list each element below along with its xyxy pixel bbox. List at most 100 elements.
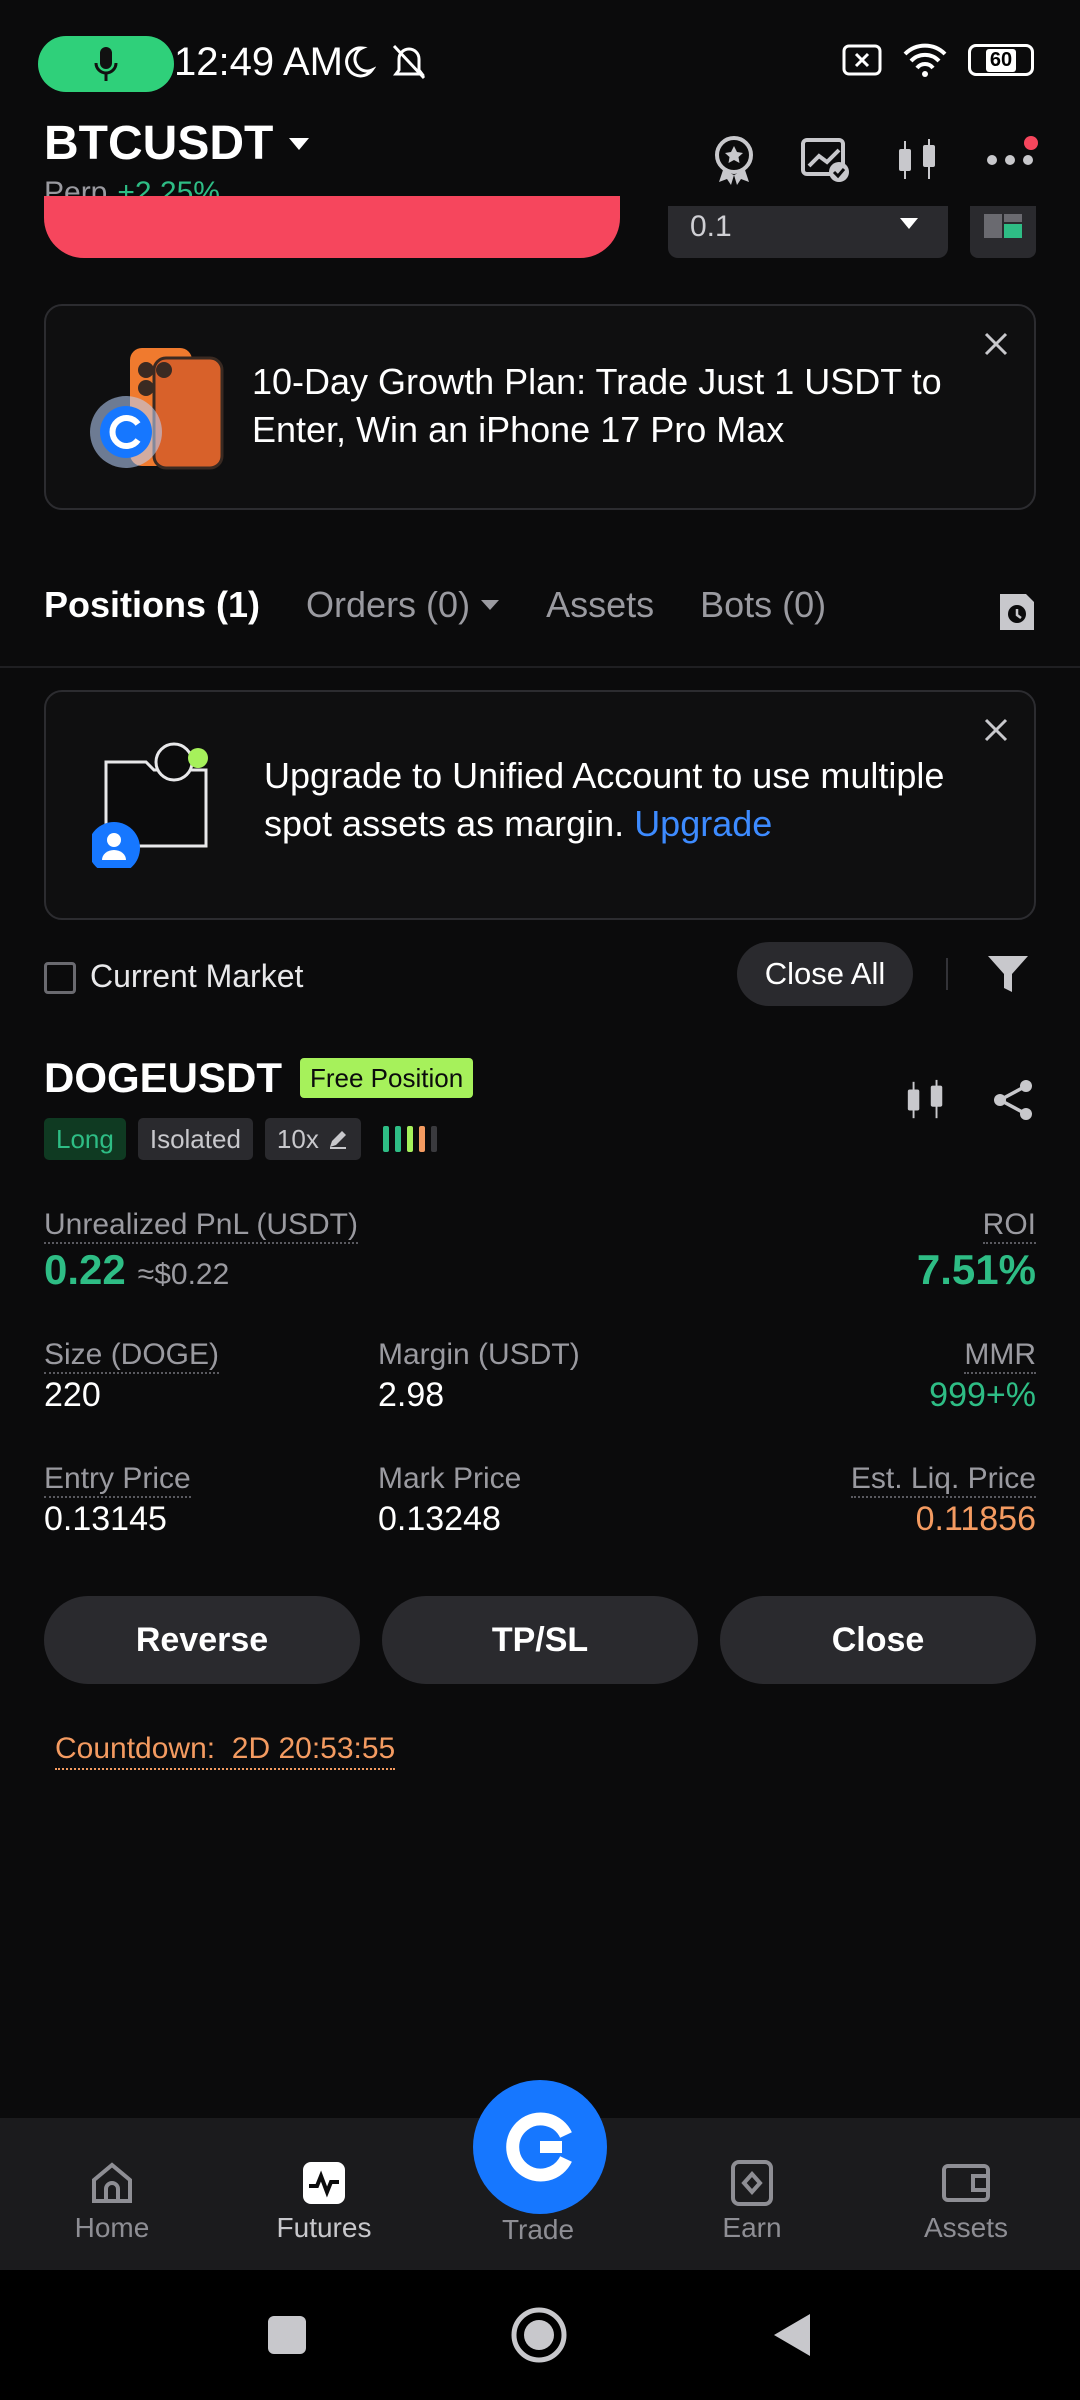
more-dots-icon [987,155,1033,165]
position-symbol: DOGEUSDT [44,1054,283,1101]
tab-positions[interactable]: Positions (1) [44,584,260,626]
candlestick-icon [899,139,935,179]
unrealized-pnl-usd: ≈$0.22 [137,1258,230,1291]
nav-home[interactable]: Home [32,2160,192,2244]
leverage-value: 10x [276,1123,319,1154]
back-icon[interactable] [770,2310,814,2360]
orderbook-icon [984,214,1022,238]
futures-icon [303,2162,345,2204]
positions-tabs: Positions (1) Orders (0) Assets Bots (0) [44,584,826,626]
size-block: Size (DOGE) 220 [44,1338,220,1415]
adl-bar-2 [394,1126,401,1152]
upgrade-text-block: Upgrade to Unified Account to use multip… [264,752,994,848]
orderbook-layout-button[interactable] [970,206,1036,258]
tab-assets[interactable]: Assets [546,584,654,626]
leverage-tag[interactable]: 10x [264,1118,361,1160]
iphone-promo-icon [90,348,224,470]
mmr-label[interactable]: MMR [964,1338,1036,1374]
symbol-selector[interactable]: BTCUSDT [44,116,311,171]
promo-banner[interactable]: 10-Day Growth Plan: Trade Just 1 USDT to… [44,304,1036,510]
quantity-caret-icon [900,218,918,229]
unrealized-pnl-block: Unrealized PnL (USDT) 0.22 ≈$0.22 [44,1208,358,1294]
trade-logo-icon [506,2112,572,2182]
moon-icon [345,46,376,78]
free-position-badge: Free Position [300,1058,474,1098]
nav-earn[interactable]: Earn [672,2160,832,2244]
status-right-icons: 60 [842,42,1034,78]
size-label[interactable]: Size (DOGE) [44,1338,220,1374]
filter-icon[interactable] [986,952,1030,996]
liq-price-label[interactable]: Est. Liq. Price [850,1462,1036,1498]
close-all-button[interactable]: Close All [737,942,913,1006]
position-actions [904,1078,1036,1122]
earn-icon [731,2160,773,2206]
home-system-icon[interactable] [510,2306,568,2364]
upgrade-link[interactable]: Upgrade [634,803,772,844]
tab-orders[interactable]: Orders (0) [306,584,500,626]
tab-orders-label: Orders (0) [306,584,471,625]
candlestick-button[interactable] [890,132,946,188]
nav-trade[interactable]: Trade [458,2214,618,2246]
margin-mode-tag[interactable]: Isolated [137,1118,253,1160]
caret-down-icon [289,137,310,150]
countdown-label: Countdown: [55,1732,216,1765]
nav-assets-label: Assets [923,2212,1009,2243]
mark-price-label: Mark Price [378,1462,522,1495]
nav-earn-label: Earn [722,2212,782,2243]
bell-off-icon [392,44,426,80]
current-market-checkbox[interactable] [44,962,76,994]
current-market-label: Current Market [90,958,304,994]
position-tags: Long Isolated 10x [44,1118,437,1160]
voice-recording-indicator[interactable] [38,36,174,92]
entry-price-block: Entry Price 0.13145 [44,1462,191,1539]
margin-label: Margin (USDT) [378,1338,580,1371]
recent-apps-icon[interactable] [266,2314,308,2356]
reverse-button[interactable]: Reverse [44,1596,360,1684]
candlestick-icon[interactable] [904,1078,948,1122]
sim-off-icon [842,44,882,76]
tab-divider [0,666,1080,668]
notification-dot [1024,136,1038,150]
adl-bar-3 [406,1126,413,1152]
battery-icon: 60 [968,44,1034,76]
roi-label[interactable]: ROI [982,1208,1036,1244]
share-icon[interactable] [992,1078,1036,1122]
roi-block: ROI 7.51% [917,1208,1036,1294]
upgrade-banner[interactable]: Upgrade to Unified Account to use multip… [44,690,1036,920]
unified-account-icon [92,742,208,868]
close-icon[interactable] [980,714,1012,746]
entry-price-value: 0.13145 [44,1500,167,1538]
unrealized-pnl-label[interactable]: Unrealized PnL (USDT) [44,1208,358,1244]
rewards-button[interactable] [706,132,762,188]
countdown-value: 2D 20:53:55 [231,1732,396,1765]
position-action-buttons: Reverse TP/SL Close [44,1596,1036,1684]
entry-price-label[interactable]: Entry Price [44,1462,191,1498]
microphone-icon [94,47,118,81]
wallet-icon [942,2164,990,2202]
close-position-button[interactable]: Close [720,1596,1036,1684]
tpsl-button[interactable]: TP/SL [382,1596,698,1684]
battery-level: 60 [985,48,1017,72]
caret-down-icon [481,600,500,610]
nav-futures[interactable]: Futures [244,2160,404,2244]
unrealized-pnl-value: 0.22 [44,1246,126,1293]
adl-bar-5 [430,1126,437,1152]
nav-assets[interactable]: Assets [886,2160,1046,2244]
upgrade-text: Upgrade to Unified Account to use multip… [264,755,945,844]
liq-price-value: 0.11856 [915,1500,1036,1538]
adl-bar-4 [418,1126,425,1152]
more-menu-button[interactable] [982,132,1038,188]
order-history-icon[interactable] [996,590,1038,634]
sell-short-button[interactable] [44,196,620,258]
countdown[interactable]: Countdown: 2D 20:53:55 [55,1732,396,1770]
quantity-value: 0.1 [690,210,732,243]
tab-bots[interactable]: Bots (0) [700,584,826,626]
chart-settings-button[interactable] [798,132,854,188]
side-tag: Long [44,1118,126,1160]
award-icon [715,136,753,185]
mark-price-value: 0.13248 [378,1500,501,1538]
trade-fab[interactable] [473,2080,607,2214]
margin-value: 2.98 [378,1376,445,1414]
edit-icon [329,1131,346,1149]
close-icon[interactable] [980,328,1012,360]
